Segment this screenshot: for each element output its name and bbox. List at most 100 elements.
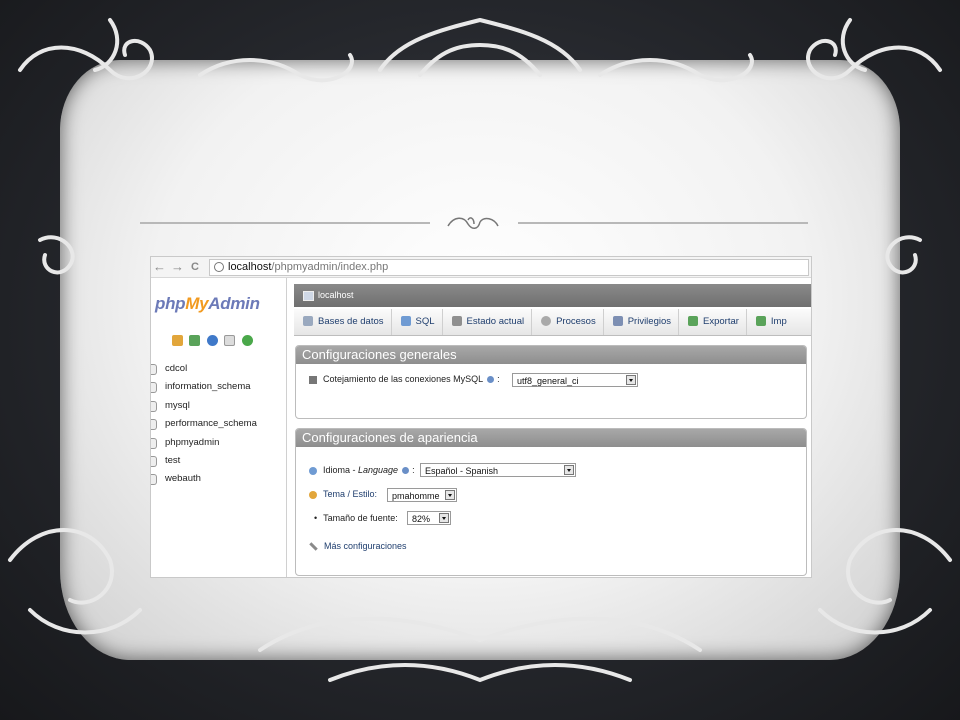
theme-value: pmahomme — [392, 491, 440, 501]
panel-title: Configuraciones de apariencia — [296, 429, 806, 447]
docs-icon[interactable] — [224, 335, 236, 346]
tab-privileges[interactable]: Privilegios — [604, 309, 679, 335]
language-icon — [309, 466, 317, 475]
status-icon — [451, 316, 462, 327]
tab-label: Imp — [770, 316, 787, 327]
wrench-icon — [309, 542, 318, 551]
chevron-down-icon — [445, 490, 455, 500]
main-content: localhost Bases de datos SQL Estado actual… — [287, 278, 811, 577]
url-host: localhost — [228, 261, 272, 273]
sql-icon — [400, 316, 411, 327]
logo-admin-text: Admin — [208, 294, 260, 313]
chevron-down-icon — [439, 513, 449, 523]
tab-label: SQL — [415, 316, 435, 327]
collation-value: utf8_general_ci — [517, 376, 579, 386]
reload-icon[interactable] — [241, 335, 253, 346]
home-icon[interactable] — [172, 335, 183, 346]
browser-toolbar: ← → C localhost/phpmyadmin/index.php — [151, 257, 811, 278]
import-icon — [755, 316, 766, 327]
database-icon — [151, 382, 157, 394]
font-size-label: Tamaño de fuente: — [323, 513, 398, 523]
theme-label[interactable]: Tema / Estilo: — [323, 489, 377, 499]
phpmyadmin-logo[interactable]: phpMyAdmin — [155, 294, 260, 314]
setting-icon — [309, 375, 317, 384]
database-item-mysql[interactable]: mysql — [151, 397, 286, 415]
database-name: information_schema — [165, 381, 251, 393]
language-label-italic: Language — [358, 465, 399, 475]
database-icon — [151, 400, 157, 412]
database-item-cdcol[interactable]: cdcol — [151, 360, 286, 378]
sidebar-icon-bar — [172, 335, 255, 349]
database-name: webauth — [165, 473, 201, 485]
theme-select[interactable]: pmahomme — [387, 488, 457, 502]
main-tabs: Bases de datos SQL Estado actual Procesos Pr… — [294, 309, 811, 336]
font-size-select[interactable]: 82% — [407, 511, 451, 525]
theme-row: Tema / Estilo: — [309, 489, 377, 499]
language-row: Idioma - Language: — [309, 465, 415, 475]
tab-status[interactable]: Estado actual — [443, 309, 533, 335]
tab-import[interactable]: Imp — [747, 309, 794, 335]
theme-icon — [309, 490, 317, 499]
tab-processes[interactable]: Procesos — [532, 309, 604, 335]
processes-icon — [541, 316, 552, 327]
database-name: performance_schema — [165, 418, 257, 430]
database-icon — [151, 419, 157, 431]
chevron-down-icon — [564, 465, 574, 475]
collation-select[interactable]: utf8_general_ci — [512, 373, 638, 387]
database-item-phpmyadmin[interactable]: phpmyadmin — [151, 434, 286, 452]
database-icon — [151, 364, 157, 375]
tab-label: Exportar — [703, 316, 739, 327]
database-item-test[interactable]: test — [151, 452, 286, 470]
server-breadcrumb[interactable]: localhost — [294, 284, 811, 307]
language-label: Idioma - — [323, 465, 359, 475]
database-item-information-schema[interactable]: information_schema — [151, 378, 286, 396]
server-icon — [303, 290, 314, 301]
tab-label: Privilegios — [627, 316, 671, 327]
tab-label: Bases de datos — [318, 316, 384, 327]
tab-export[interactable]: Exportar — [679, 309, 747, 335]
export-icon — [688, 316, 698, 327]
phpmyadmin-screenshot: ← → C localhost/phpmyadmin/index.php php… — [150, 256, 812, 578]
back-button[interactable]: ← — [153, 259, 166, 275]
tab-label: Estado actual — [466, 316, 525, 327]
language-select[interactable]: Español - Spanish — [420, 463, 576, 477]
title-divider-right — [518, 222, 808, 224]
globe-icon — [214, 262, 224, 272]
tab-label: Procesos — [556, 316, 596, 327]
logout-icon[interactable] — [189, 335, 201, 346]
reload-button[interactable]: C — [191, 259, 199, 275]
tab-databases[interactable]: Bases de datos — [294, 309, 392, 335]
logo-my-text: My — [185, 294, 209, 313]
help-icon[interactable] — [402, 467, 410, 475]
server-label: localhost — [318, 290, 354, 300]
panel-title: Configuraciones generales — [296, 346, 806, 364]
language-value: Español - Spanish — [425, 466, 499, 476]
more-settings-link[interactable]: Más configuraciones — [324, 541, 407, 551]
font-size-row: • Tamaño de fuente: — [314, 513, 398, 523]
database-name: cdcol — [165, 363, 188, 374]
database-item-webauth[interactable]: webauth — [151, 470, 286, 488]
more-settings-row: Más configuraciones — [309, 541, 407, 551]
database-icon — [151, 455, 157, 467]
database-name: test — [165, 454, 181, 466]
chevron-down-icon — [626, 375, 636, 385]
privileges-icon — [612, 316, 623, 327]
tab-sql[interactable]: SQL — [392, 309, 443, 335]
database-icon — [151, 437, 157, 449]
database-name: phpmyadmin — [165, 436, 220, 448]
help-icon[interactable] — [206, 335, 218, 346]
address-bar[interactable]: localhost/phpmyadmin/index.php — [209, 259, 809, 276]
title-divider-left — [140, 222, 430, 224]
forward-button[interactable]: → — [171, 259, 184, 275]
database-item-performance-schema[interactable]: performance_schema — [151, 415, 286, 433]
appearance-settings-panel: Configuraciones de apariencia Idioma - L… — [295, 428, 807, 576]
database-icon — [303, 316, 313, 327]
colon-text: : — [497, 374, 500, 384]
colon-text: : — [412, 465, 415, 475]
divider-flourish-icon — [447, 217, 499, 229]
help-icon[interactable] — [487, 376, 495, 384]
bullet: • — [314, 513, 318, 523]
database-list: cdcol information_schema mysql performan… — [151, 360, 286, 489]
database-name: mysql — [165, 399, 190, 411]
logo-php-text: php — [155, 294, 186, 313]
